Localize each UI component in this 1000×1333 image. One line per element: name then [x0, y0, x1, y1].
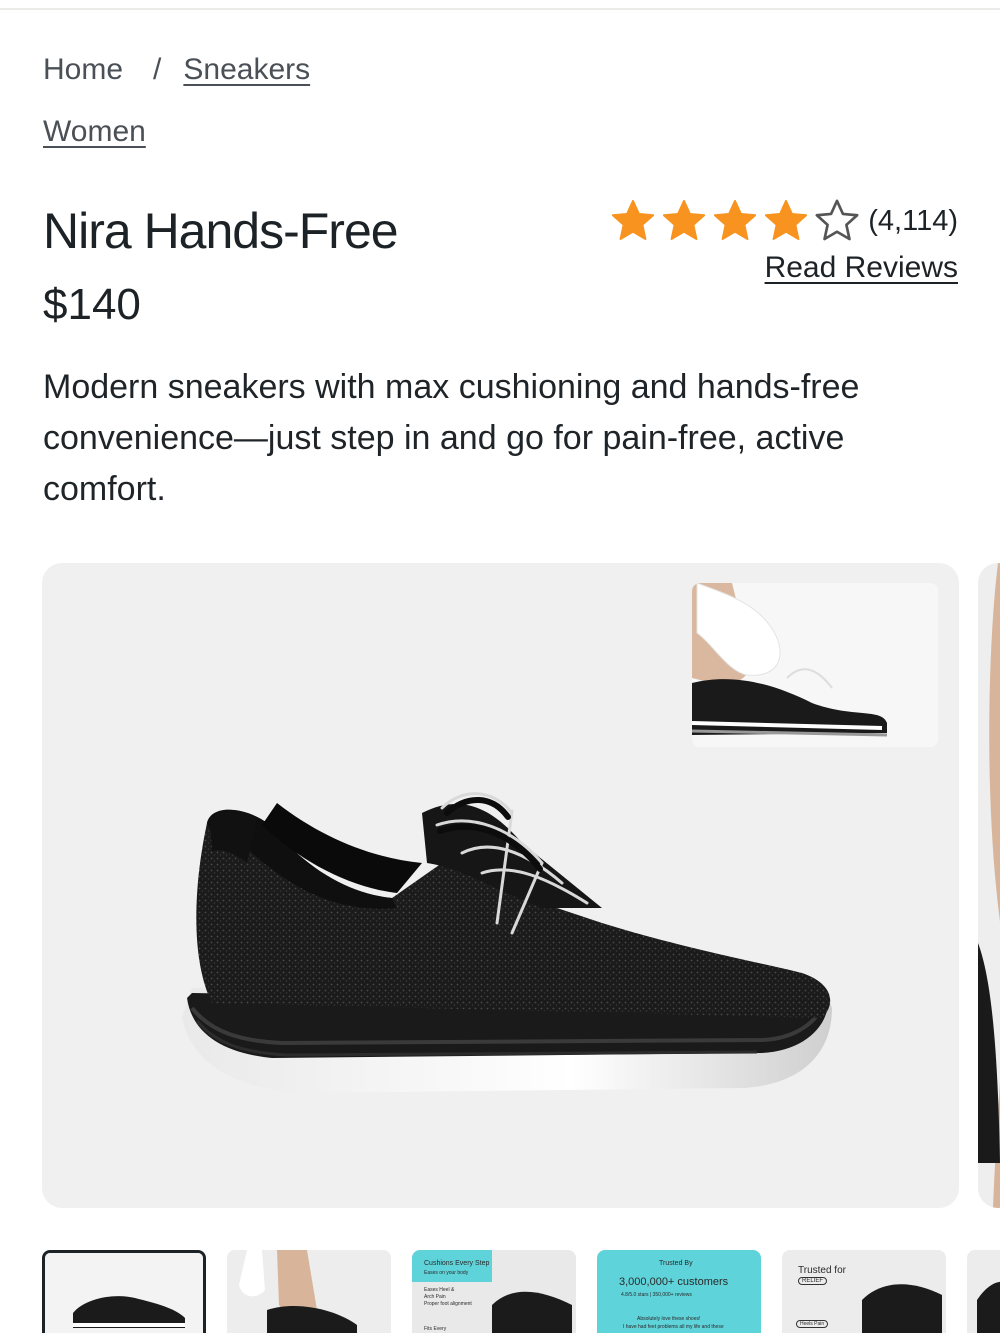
star-filled-icon — [714, 199, 757, 240]
star-empty-icon — [815, 199, 859, 241]
breadcrumb-home[interactable]: Home — [43, 50, 123, 90]
thumbnail-3-promo[interactable]: Cushions Every Step Eases on your body E… — [412, 1250, 576, 1333]
promo-line: Eases on your body — [424, 1270, 469, 1276]
promo-line: Proper foot alignment — [424, 1301, 472, 1307]
promo-line: Fits Every — [424, 1326, 447, 1332]
promo-cushions-label: Cushions Every Step — [424, 1260, 490, 1267]
promo-trusted-label: Trusted By — [659, 1260, 693, 1267]
promo-customers-headline: 3,000,000+ customers — [619, 1276, 729, 1288]
promo-quote-2: I have had feet problems all my life and… — [623, 1324, 724, 1330]
star-filled-icon — [612, 199, 655, 240]
breadcrumb-sneakers-link[interactable]: Sneakers — [183, 50, 310, 90]
breadcrumb-separator: / — [153, 53, 162, 86]
thumbnail-2[interactable] — [227, 1250, 391, 1333]
product-rating[interactable]: (4,114) — [610, 198, 958, 244]
thumbnail-5-promo[interactable]: Trusted for RELIEF Heels Pain — [782, 1250, 946, 1333]
thumbnail-6-peek[interactable] — [967, 1250, 1000, 1333]
breadcrumb: Home / Sneakers Women — [43, 50, 943, 152]
inset-lifestyle-image — [692, 583, 938, 747]
star-filled-icon — [663, 199, 706, 240]
product-price: $140 — [43, 280, 141, 329]
promo-line: Eases Heel & — [424, 1287, 455, 1293]
promo-line: Arch Pain — [424, 1294, 446, 1300]
star-filled-icon — [765, 199, 808, 240]
product-description: Modern sneakers with max cushioning and … — [43, 368, 860, 508]
product-main-image[interactable] — [42, 563, 959, 1208]
star-rating — [610, 198, 860, 244]
review-count: (4,114) — [868, 204, 958, 237]
product-title: Nira Hands-Free — [43, 203, 399, 259]
breadcrumb-women-link[interactable]: Women — [43, 112, 146, 152]
top-divider — [0, 8, 1000, 10]
thumbnail-1[interactable] — [42, 1250, 206, 1333]
thumbnail-4-promo[interactable]: Trusted By 3,000,000+ customers 4.8/5.0 … — [597, 1250, 761, 1333]
read-reviews-link[interactable]: Read Reviews — [765, 251, 958, 285]
promo-quote: Absolutely love these shoes! — [637, 1316, 701, 1322]
thumbnail-strip: Cushions Every Step Eases on your body E… — [42, 1250, 1000, 1333]
next-gallery-image-peek[interactable] — [978, 563, 1000, 1208]
promo-stars-sub: 4.8/5.0 stars | 350,000+ reviews — [621, 1292, 692, 1298]
